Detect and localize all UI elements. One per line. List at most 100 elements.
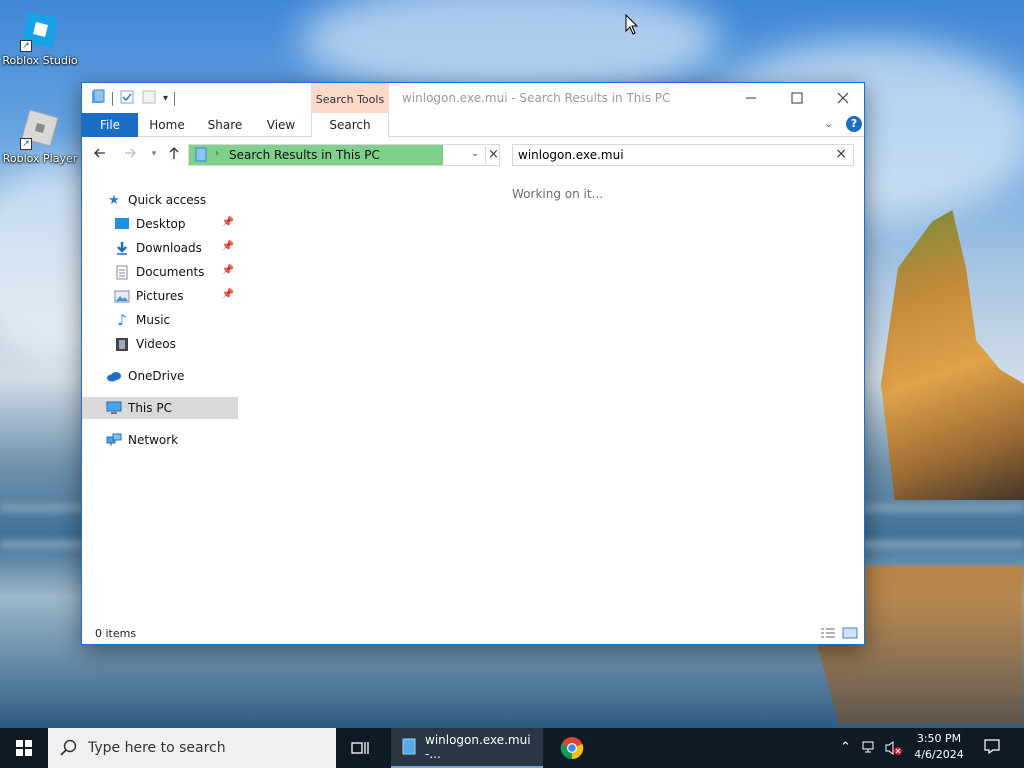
back-arrow-icon: [94, 148, 105, 158]
roblox-studio-icon: ↗: [18, 8, 62, 52]
address-bar[interactable]: › Search Results in This PC ⌄ ×: [188, 144, 500, 166]
large-icons-view-icon[interactable]: [842, 627, 858, 642]
roblox-player-icon: ↗: [18, 106, 62, 150]
tab-home[interactable]: Home: [142, 113, 192, 137]
breadcrumb-chevron-icon: ›: [215, 148, 219, 159]
up-button[interactable]: [166, 146, 182, 162]
nav-onedrive[interactable]: OneDrive: [82, 365, 238, 387]
clear-search-icon[interactable]: ×: [835, 146, 847, 162]
details-view-icon[interactable]: [820, 627, 836, 642]
minimize-button[interactable]: [728, 83, 774, 113]
nav-label: This PC: [128, 401, 172, 415]
search-icon: [60, 739, 77, 756]
nav-quick-access[interactable]: ★ Quick access: [82, 189, 238, 211]
taskbar-explorer-label: winlogon.exe.mui -...: [425, 733, 531, 761]
desktop-icon-roblox-player[interactable]: ↗ Roblox Player: [0, 106, 80, 165]
pin-icon[interactable]: 📌: [222, 289, 234, 300]
search-input[interactable]: [518, 147, 818, 163]
windows-logo-icon: [16, 740, 32, 756]
maximize-button[interactable]: [774, 83, 820, 113]
nav-label: Pictures: [136, 289, 184, 303]
tab-share[interactable]: Share: [200, 113, 250, 137]
music-note-icon: ♪: [117, 311, 127, 329]
download-arrow-icon: [114, 240, 130, 256]
notifications-button[interactable]: [984, 738, 1000, 758]
pin-icon[interactable]: 📌: [222, 265, 234, 276]
help-icon[interactable]: ?: [846, 116, 862, 132]
clock-date: 4/6/2024: [914, 748, 964, 761]
desktop-icon-label: Roblox Studio: [2, 54, 78, 67]
search-tools-contextual-header: Search Tools: [311, 83, 389, 113]
nav-item-pictures[interactable]: Pictures 📌: [82, 285, 238, 307]
show-hidden-icons-icon[interactable]: ⌃: [840, 740, 851, 755]
status-message: Working on it...: [512, 187, 604, 201]
desktop-icon: [114, 216, 130, 232]
minimize-icon: [746, 97, 756, 99]
taskbar: Type here to search winlogon.exe.mui -..…: [0, 728, 1024, 768]
search-placeholder: Type here to search: [88, 740, 226, 756]
rock-formation: [881, 210, 1024, 500]
nav-item-desktop[interactable]: Desktop 📌: [82, 213, 238, 235]
navigation-bar: ▾ › Search Results in This PC ⌄ × ×: [82, 138, 864, 170]
tab-file[interactable]: File: [82, 113, 138, 137]
window-title: winlogon.exe.mui - Search Results in Thi…: [402, 91, 671, 105]
pin-icon[interactable]: 📌: [222, 241, 234, 252]
taskbar-chrome-button[interactable]: [552, 728, 592, 768]
cloud-icon: [106, 368, 122, 384]
nav-network[interactable]: Network: [82, 429, 238, 451]
volume-muted-icon[interactable]: [884, 740, 904, 760]
nav-this-pc[interactable]: This PC: [82, 397, 238, 419]
recent-locations-button[interactable]: ▾: [146, 146, 162, 162]
title-bar[interactable]: ▾ Search Tools winlogon.exe.mui - Search…: [82, 83, 864, 113]
quick-access-toolbar: ▾: [90, 89, 176, 108]
taskbar-search-box[interactable]: Type here to search: [48, 728, 336, 768]
tab-search[interactable]: Search: [311, 113, 389, 138]
navigation-pane: ★ Quick access Desktop 📌 Downloads 📌 Doc…: [82, 179, 238, 619]
chevron-down-icon[interactable]: ▾: [163, 93, 168, 104]
start-button[interactable]: [0, 728, 48, 768]
nav-label: Downloads: [136, 241, 202, 255]
nav-item-videos[interactable]: Videos: [82, 333, 238, 355]
separator: [174, 91, 176, 106]
properties-icon[interactable]: [119, 89, 135, 108]
tab-view[interactable]: View: [256, 113, 306, 137]
computer-icon: [106, 400, 122, 416]
chrome-icon: [560, 737, 584, 760]
new-folder-icon[interactable]: [141, 89, 157, 108]
up-arrow-icon: [169, 147, 179, 159]
back-button[interactable]: [92, 146, 108, 162]
film-strip-icon: [114, 336, 130, 352]
ribbon-tabs: File Home Share View Search ⌄ ?: [82, 113, 864, 138]
explorer-window: ▾ Search Tools winlogon.exe.mui - Search…: [81, 82, 865, 645]
nav-item-documents[interactable]: Documents 📌: [82, 261, 238, 283]
status-bar: 0 items: [82, 623, 864, 645]
expand-ribbon-icon[interactable]: ⌄: [824, 117, 833, 130]
item-count: 0 items: [95, 627, 137, 640]
nav-item-downloads[interactable]: Downloads 📌: [82, 237, 238, 259]
forward-button[interactable]: [122, 146, 138, 162]
nav-label: Desktop: [136, 217, 186, 231]
nav-item-music[interactable]: ♪ Music: [82, 309, 238, 331]
nav-label: OneDrive: [128, 369, 185, 383]
close-button[interactable]: [820, 83, 866, 113]
pin-icon[interactable]: 📌: [222, 217, 234, 228]
address-dropdown-icon[interactable]: ⌄: [471, 148, 479, 159]
system-clock[interactable]: 3:50 PM 4/6/2024: [910, 731, 968, 763]
star-icon: ★: [108, 192, 120, 208]
stop-search-icon[interactable]: ×: [485, 146, 501, 164]
folder-icon: [90, 89, 106, 108]
task-view-icon: [351, 742, 369, 754]
search-box[interactable]: ×: [512, 144, 854, 166]
clock-time: 3:50 PM: [916, 732, 962, 745]
address-path: Search Results in This PC: [229, 148, 380, 162]
taskbar-explorer-button[interactable]: winlogon.exe.mui -...: [391, 728, 543, 768]
nav-label: Videos: [136, 337, 176, 351]
mouse-cursor-icon: [625, 14, 639, 35]
nav-label: Documents: [136, 265, 205, 279]
network-status-icon[interactable]: [862, 740, 878, 758]
desktop-icon-roblox-studio[interactable]: ↗ Roblox Studio: [0, 8, 80, 67]
forward-arrow-icon: [125, 148, 136, 158]
nav-label: Music: [136, 313, 171, 327]
maximize-icon: [791, 92, 803, 104]
task-view-button[interactable]: [344, 728, 376, 768]
